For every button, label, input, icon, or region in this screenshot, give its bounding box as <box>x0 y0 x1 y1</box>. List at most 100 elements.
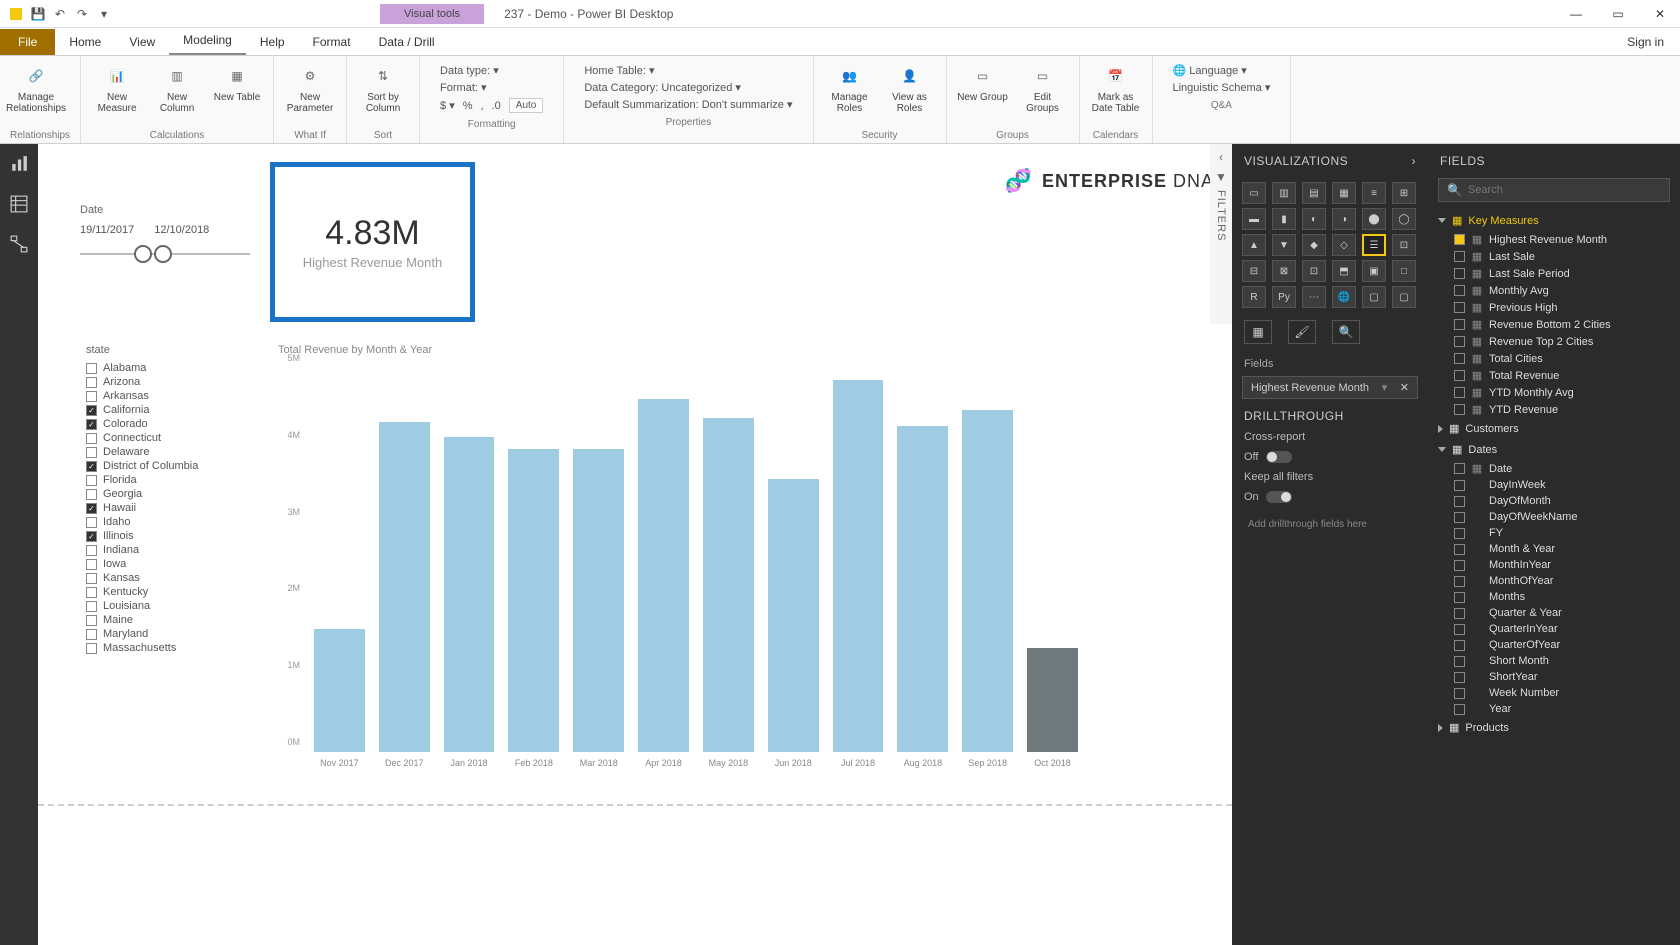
state-item[interactable]: Kansas <box>86 572 246 584</box>
view-as-roles-button[interactable]: 👤View as Roles <box>884 60 936 128</box>
decimal-places-dropdown[interactable]: Auto <box>509 98 544 113</box>
manage-relationships-button[interactable]: 🔗Manage Relationships <box>10 60 62 128</box>
viz-type-icon[interactable]: ◇ <box>1332 234 1356 256</box>
checkbox-icon[interactable] <box>86 629 97 640</box>
field-item[interactable]: ▦Revenue Top 2 Cities <box>1428 333 1680 350</box>
chevron-right-icon[interactable]: › <box>1412 154 1417 168</box>
format-tab-icon[interactable]: 🖌 <box>1288 320 1316 344</box>
viz-type-icon[interactable]: □ <box>1392 260 1416 282</box>
field-checkbox[interactable] <box>1454 336 1465 347</box>
field-item[interactable]: ▦Revenue Bottom 2 Cities <box>1428 316 1680 333</box>
minimize-button[interactable]: — <box>1556 0 1596 28</box>
field-item[interactable]: DayOfWeekName <box>1428 509 1680 525</box>
summarization-dropdown[interactable]: Default Summarization: Don't summarize ▾ <box>584 98 792 111</box>
bar[interactable] <box>508 449 559 752</box>
state-item[interactable]: Arkansas <box>86 390 246 402</box>
state-item[interactable]: Kentucky <box>86 586 246 598</box>
field-checkbox[interactable] <box>1454 704 1465 715</box>
viz-type-icon[interactable]: ▮ <box>1272 208 1296 230</box>
state-item[interactable]: Georgia <box>86 488 246 500</box>
new-table-button[interactable]: ▦New Table <box>211 60 263 128</box>
state-item[interactable]: Iowa <box>86 558 246 570</box>
field-item[interactable]: Week Number <box>1428 685 1680 701</box>
linguistic-schema-dropdown[interactable]: Linguistic Schema ▾ <box>1173 81 1271 94</box>
viz-type-icon[interactable]: ▼ <box>1272 234 1296 256</box>
field-item[interactable]: ▦Last Sale <box>1428 248 1680 265</box>
filters-pane-collapsed[interactable]: ‹ ▼ FILTERS <box>1210 144 1232 324</box>
state-item[interactable]: Delaware <box>86 446 246 458</box>
date-start[interactable]: 19/11/2017 <box>80 224 134 236</box>
checkbox-icon[interactable] <box>86 433 97 444</box>
viz-type-icon[interactable]: ☰ <box>1362 234 1386 256</box>
save-icon[interactable]: 💾 <box>30 6 46 22</box>
expand-icon[interactable] <box>1438 447 1446 452</box>
menu-tab-data---drill[interactable]: Data / Drill <box>365 29 449 55</box>
field-checkbox[interactable] <box>1454 560 1465 571</box>
field-checkbox[interactable] <box>1454 268 1465 279</box>
checkbox-icon[interactable] <box>86 391 97 402</box>
fields-tab-icon[interactable]: ▦ <box>1244 320 1272 344</box>
field-checkbox[interactable] <box>1454 285 1465 296</box>
field-item[interactable]: Short Month <box>1428 653 1680 669</box>
bar-chart[interactable]: Total Revenue by Month & Year 0M1M2M3M4M… <box>278 344 1088 774</box>
new-column-button[interactable]: ▥New Column <box>151 60 203 128</box>
field-checkbox[interactable] <box>1454 463 1465 474</box>
menu-tab-format[interactable]: Format <box>299 29 365 55</box>
checkbox-icon[interactable] <box>86 559 97 570</box>
table-header[interactable]: ▦Dates <box>1428 439 1680 460</box>
remove-field-icon[interactable]: ✕ <box>1400 381 1409 394</box>
checkbox-icon[interactable] <box>86 489 97 500</box>
state-item[interactable]: ✓Colorado <box>86 418 246 430</box>
state-item[interactable]: Connecticut <box>86 432 246 444</box>
search-input[interactable] <box>1468 184 1661 196</box>
table-header[interactable]: ▦Key Measures <box>1428 210 1680 231</box>
state-item[interactable]: Idaho <box>86 516 246 528</box>
field-item[interactable]: MonthInYear <box>1428 557 1680 573</box>
maximize-button[interactable]: ▭ <box>1598 0 1638 28</box>
state-item[interactable]: Alabama <box>86 362 246 374</box>
checkbox-icon[interactable] <box>86 643 97 654</box>
bar[interactable] <box>573 449 624 752</box>
viz-type-icon[interactable]: ⬒ <box>1332 260 1356 282</box>
field-checkbox[interactable] <box>1454 404 1465 415</box>
field-checkbox[interactable] <box>1454 608 1465 619</box>
field-checkbox[interactable] <box>1454 234 1465 245</box>
chevron-left-icon[interactable]: ‹ <box>1219 150 1223 164</box>
language-dropdown[interactable]: 🌐 Language ▾ <box>1173 64 1271 77</box>
comma-button[interactable]: , <box>481 100 484 112</box>
checkbox-icon[interactable]: ✓ <box>86 405 97 416</box>
viz-type-icon[interactable]: ⊡ <box>1302 260 1326 282</box>
expand-icon[interactable] <box>1438 724 1443 732</box>
bar[interactable] <box>379 422 430 752</box>
field-item[interactable]: ▦Previous High <box>1428 299 1680 316</box>
viz-type-icon[interactable]: ≡ <box>1362 182 1386 204</box>
undo-icon[interactable]: ↶ <box>52 6 68 22</box>
field-item[interactable]: DayInWeek <box>1428 477 1680 493</box>
state-item[interactable]: Indiana <box>86 544 246 556</box>
checkbox-icon[interactable] <box>86 573 97 584</box>
viz-type-icon[interactable]: ▢ <box>1392 286 1416 308</box>
viz-type-icon[interactable]: ▣ <box>1362 260 1386 282</box>
field-checkbox[interactable] <box>1454 480 1465 491</box>
sort-by-column-button[interactable]: ⇅Sort by Column <box>357 60 409 128</box>
field-item[interactable]: MonthOfYear <box>1428 573 1680 589</box>
redo-icon[interactable]: ↷ <box>74 6 90 22</box>
viz-type-icon[interactable]: ⬤ <box>1362 208 1386 230</box>
viz-type-icon[interactable]: ▤ <box>1302 182 1326 204</box>
field-well[interactable]: Highest Revenue Month ▾ ✕ <box>1242 376 1418 399</box>
checkbox-icon[interactable] <box>86 601 97 612</box>
field-item[interactable]: ▦Date <box>1428 460 1680 477</box>
field-checkbox[interactable] <box>1454 251 1465 262</box>
report-view-icon[interactable] <box>0 144 38 184</box>
field-checkbox[interactable] <box>1454 688 1465 699</box>
viz-type-icon[interactable]: ◐ <box>1302 208 1326 230</box>
field-item[interactable]: ShortYear <box>1428 669 1680 685</box>
field-item[interactable]: Months <box>1428 589 1680 605</box>
viz-type-icon[interactable]: ◑ <box>1332 208 1356 230</box>
new-measure-button[interactable]: 📊New Measure <box>91 60 143 128</box>
viz-type-icon[interactable]: Py <box>1272 286 1296 308</box>
analytics-tab-icon[interactable]: 🔍 <box>1332 320 1360 344</box>
bar[interactable] <box>962 410 1013 752</box>
menu-tab-home[interactable]: Home <box>55 29 115 55</box>
model-view-icon[interactable] <box>0 224 38 264</box>
